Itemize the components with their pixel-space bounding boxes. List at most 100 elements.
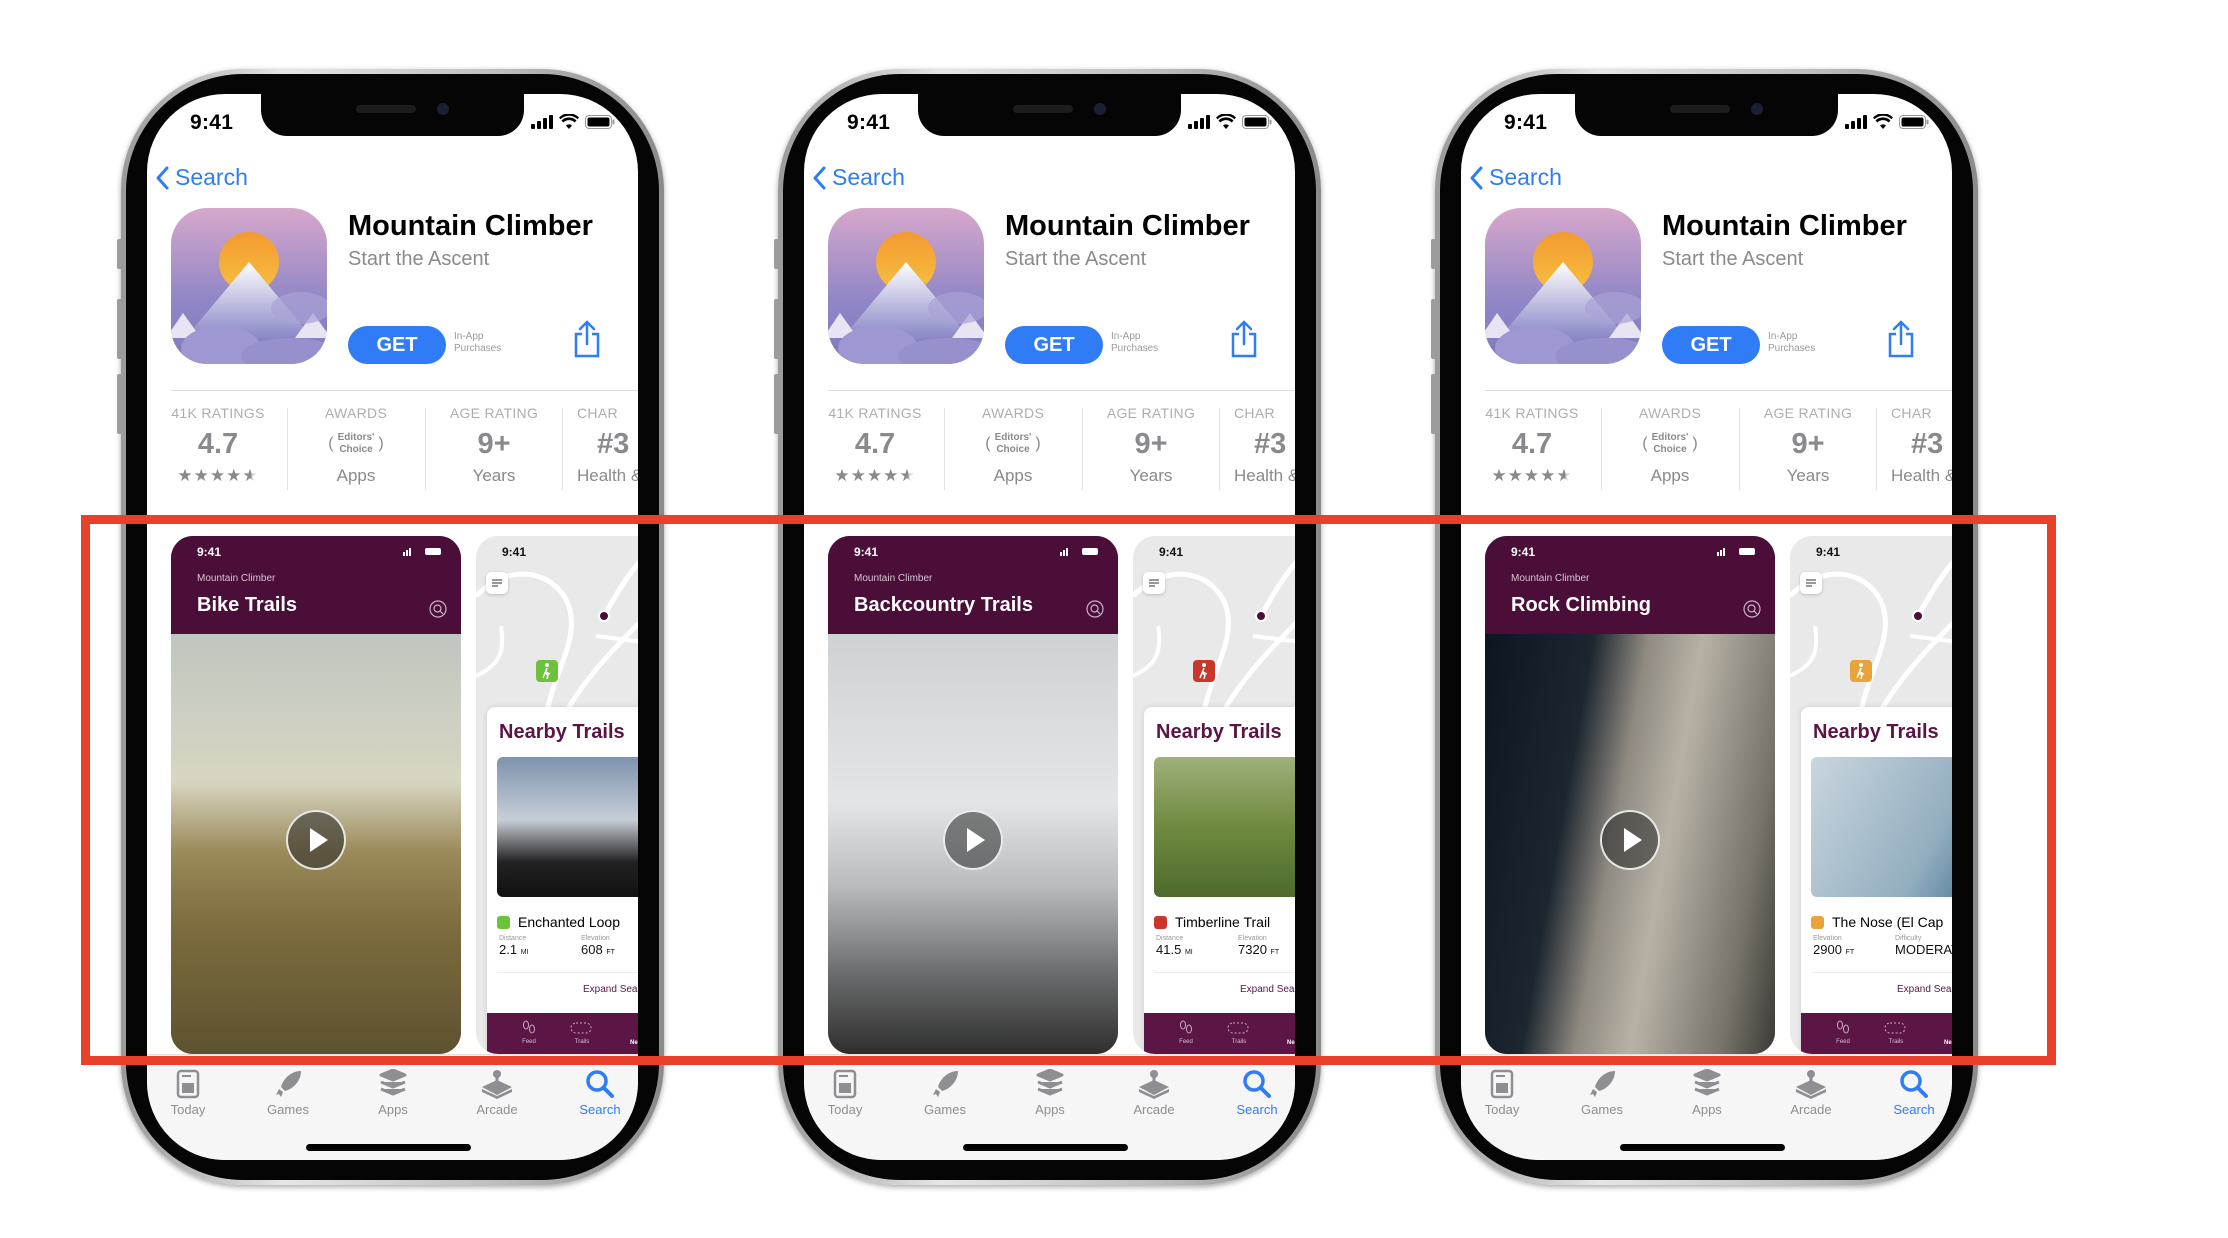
iap-line1: In-App [1111,331,1141,342]
iap-line1: In-App [454,331,484,342]
stat-age[interactable]: AGE RATING 9+ Years [1082,402,1220,488]
stat-sub: Apps [336,466,376,485]
back-label: Search [832,164,905,190]
iap-line2: Purchases [454,343,502,354]
get-button[interactable]: GET [1662,326,1760,364]
volume-down-button [1431,374,1436,434]
camera [437,103,449,115]
badge-line2: Choice [996,444,1030,455]
stat-label: 41K RATINGS [828,405,922,421]
stack-icon [379,1069,407,1096]
tab-label: Search [579,1102,621,1117]
editors-choice-badge: ( Editors' Choice ) [1601,424,1739,464]
today-icon [833,1069,857,1099]
signal-icon [1845,114,1867,129]
wifi-icon [1216,114,1236,129]
volume-down-button [117,374,122,434]
stat-awards[interactable]: AWARDS ( Editors' Choice ) Apps [287,402,425,488]
stat-label: AGE RATING [1763,405,1853,421]
tab-label: Search [1893,1102,1935,1117]
app-icon [171,208,327,364]
stat-age[interactable]: AGE RATING 9+ Years [1739,402,1877,488]
tab-label: Games [924,1102,966,1117]
chevron-left-icon [1470,166,1483,189]
today-icon [176,1069,200,1099]
stat-value: 4.7 [1511,428,1553,460]
status-time: 9:41 [1504,111,1548,134]
laurel-left-icon: ( [1642,435,1648,452]
stat-ratings[interactable]: 41K RATINGS 4.7 ★★★★★ [806,402,944,488]
app-title: Mountain Climber [348,210,593,242]
laurel-right-icon: ) [1035,435,1041,452]
home-indicator [963,1144,1128,1151]
badge-line1: Editors' [337,432,375,443]
get-button[interactable]: GET [348,326,446,364]
signal-icon [531,114,553,129]
stat-awards[interactable]: AWARDS ( Editors' Choice ) Apps [1601,402,1739,488]
divider [828,390,1295,391]
star-rating: ★★★★★ [1463,464,1601,488]
separator [562,408,563,490]
tab-label: Arcade [1790,1102,1832,1117]
iap-line2: Purchases [1111,343,1159,354]
back-button[interactable]: Search [155,164,248,191]
stat-ratings[interactable]: 41K RATINGS 4.7 ★★★★★ [1463,402,1601,488]
stat-sub: Apps [993,466,1033,485]
stat-label: CHAR [577,405,618,421]
mute-switch [117,239,122,269]
status-time: 9:41 [847,111,891,134]
share-icon[interactable] [573,320,601,358]
stat-label: AWARDS [981,405,1045,421]
share-icon[interactable] [1230,320,1258,358]
laurel-right-icon: ) [378,435,384,452]
back-label: Search [1489,164,1562,190]
back-button[interactable]: Search [812,164,905,191]
highlight-box [81,515,2056,1065]
stack-icon [1693,1069,1721,1096]
volume-down-button [774,374,779,434]
star-icon: ★★★★ [1491,466,1557,485]
notch [261,94,524,136]
search-icon [586,1070,614,1098]
badge-line2: Choice [339,444,373,455]
get-button[interactable]: GET [1005,326,1103,364]
notch [1575,94,1838,136]
divider [1485,390,1952,391]
back-label: Search [175,164,248,190]
share-icon[interactable] [1887,320,1915,358]
stat-value: 4.7 [854,428,896,460]
stat-chart[interactable]: CHAR #3 Health & [569,402,638,488]
in-app-purchases-note: In-App Purchases [454,331,514,355]
tab-label: Today [1484,1102,1520,1117]
laurel-left-icon: ( [985,435,991,452]
app-icon [1485,208,1641,364]
laurel-left-icon: ( [328,435,334,452]
stat-awards[interactable]: AWARDS ( Editors' Choice ) Apps [944,402,1082,488]
rocket-icon [276,1071,301,1097]
stat-label: 41K RATINGS [171,405,265,421]
stack-icon [1036,1069,1064,1096]
app-subtitle: Start the Ascent [1662,248,1804,270]
chevron-left-icon [156,166,169,189]
speaker [1013,105,1073,113]
stat-value: #3 [1911,428,1944,460]
stat-label: AWARDS [1638,405,1702,421]
stat-chart[interactable]: CHAR #3 Health & [1883,402,1952,488]
status-time: 9:41 [190,111,234,134]
stat-sub: Years [472,466,516,485]
chevron-left-icon [813,166,826,189]
iap-line1: In-App [1768,331,1798,342]
stat-ratings[interactable]: 41K RATINGS 4.7 ★★★★★ [149,402,287,488]
stat-age[interactable]: AGE RATING 9+ Years [425,402,563,488]
stat-sub: Apps [1650,466,1690,485]
battery-icon [1899,114,1929,129]
back-button[interactable]: Search [1469,164,1562,191]
status-icons [1845,114,1929,129]
stat-chart[interactable]: CHAR #3 Health & [1226,402,1295,488]
stat-sub: Health & [577,466,638,485]
volume-up-button [774,299,779,359]
separator [1876,408,1877,490]
tab-label: Arcade [476,1102,518,1117]
badge-line1: Editors' [1651,432,1689,443]
divider [171,390,638,391]
